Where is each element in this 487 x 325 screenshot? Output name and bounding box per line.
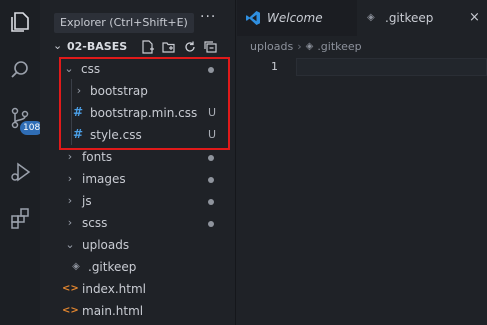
tree-folder-images[interactable]: › images (40, 168, 236, 190)
tree-item-label: images (82, 172, 126, 186)
modified-dot (208, 221, 214, 227)
run-debug-icon[interactable] (6, 158, 34, 186)
chevron-right-icon: › (67, 150, 73, 163)
breadcrumb-separator: › (297, 39, 302, 53)
extensions-icon[interactable] (6, 204, 34, 232)
tree-file-main-html[interactable]: <> main.html (40, 300, 236, 322)
new-folder-icon[interactable] (161, 39, 177, 55)
tree-item-label: main.html (82, 304, 144, 318)
search-icon[interactable] (6, 56, 34, 84)
tree-item-label: scss (82, 216, 108, 230)
new-file-icon[interactable] (140, 39, 156, 55)
current-line-highlight[interactable] (296, 58, 487, 76)
editor-tabbar: Welcome ◈ .gitkeep × (237, 0, 487, 36)
tab-label: .gitkeep (385, 11, 434, 25)
html-file-icon: <> (62, 283, 79, 294)
tree-folder-js[interactable]: › js (40, 190, 236, 212)
tree-item-label: .gitkeep (88, 260, 137, 274)
chevron-down-icon: ⌄ (53, 39, 63, 52)
close-icon[interactable]: × (469, 10, 480, 25)
tree-item-label: fonts (82, 150, 113, 164)
tree-item-label: js (82, 194, 92, 208)
tab-gitkeep[interactable]: ◈ .gitkeep × (357, 0, 487, 36)
breadcrumb-file[interactable]: .gitkeep (317, 40, 361, 53)
activity-bar: 108 (0, 0, 44, 325)
tree-item-label: index.html (82, 282, 146, 296)
refresh-icon[interactable] (182, 39, 198, 55)
explorer-tooltip: Explorer (Ctrl+Shift+E) (54, 13, 194, 33)
project-name: 02-BASES (67, 40, 128, 53)
tab-welcome[interactable]: Welcome (237, 0, 357, 36)
modified-dot (208, 155, 214, 161)
breadcrumb-folder[interactable]: uploads (250, 40, 293, 53)
chevron-right-icon: › (67, 216, 73, 229)
gitkeep-file-icon: ◈ (305, 40, 314, 52)
project-header[interactable]: ⌄ 02-BASES (40, 37, 236, 57)
chevron-down-icon: ⌄ (65, 238, 75, 251)
html-file-icon: <> (62, 305, 79, 316)
gitkeep-file-icon: ◈ (72, 261, 80, 272)
chevron-right-icon: › (67, 194, 73, 207)
tree-folder-uploads[interactable]: ⌄ uploads (40, 234, 236, 256)
tree-item-label: uploads (82, 238, 130, 252)
chevron-right-icon: › (67, 172, 73, 185)
highlight-box (59, 57, 230, 150)
modified-dot (208, 199, 214, 205)
tree-file-index-html[interactable]: <> index.html (40, 278, 236, 300)
tree-folder-scss[interactable]: › scss (40, 212, 236, 234)
tree-file-gitkeep[interactable]: ◈ .gitkeep (40, 256, 236, 278)
explorer-sidebar: Explorer (Ctrl+Shift+E) ··· ⌄ 02-BASES ⌄… (40, 0, 236, 325)
gitkeep-file-icon: ◈ (367, 12, 375, 23)
tab-label: Welcome (267, 11, 323, 25)
breadcrumb: uploads › ◈ .gitkeep (250, 37, 362, 55)
line-number: 1 (271, 60, 278, 73)
modified-dot (208, 177, 214, 183)
vscode-icon (245, 10, 261, 30)
more-actions-icon[interactable]: ··· (200, 9, 216, 25)
collapse-all-icon[interactable] (203, 39, 219, 55)
explorer-icon[interactable] (6, 8, 34, 36)
